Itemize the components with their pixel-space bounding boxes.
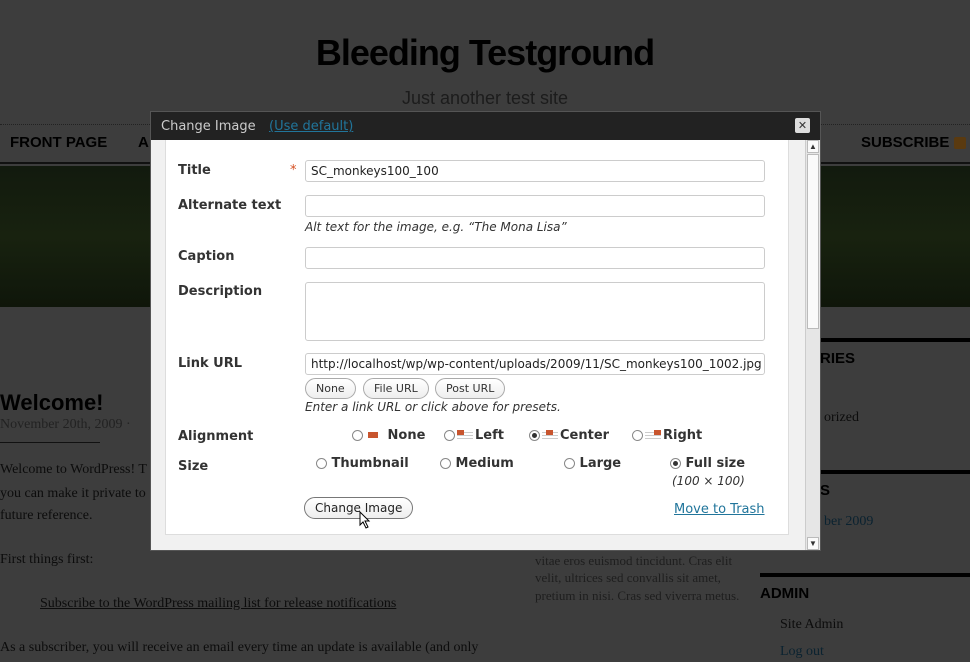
mouse-cursor-icon — [359, 511, 371, 529]
site-tagline: Just another test site — [401, 88, 569, 108]
align-none-icon — [365, 430, 381, 441]
title-input[interactable]: SC_monkeys100_100 — [305, 160, 765, 182]
option-label: Large — [579, 456, 622, 471]
align-left-option[interactable]: Left — [444, 428, 504, 443]
radio-button-selected[interactable] — [670, 458, 681, 469]
middle-text: vitae eros euismod tincidunt. Cras elit — [535, 553, 733, 568]
radio-button[interactable] — [564, 458, 575, 469]
scroll-up-icon[interactable]: ▲ — [807, 140, 819, 153]
link-url-label: Link URL — [178, 356, 243, 371]
radio-button[interactable] — [352, 430, 363, 441]
post-meta: November 20th, 2009 · — [0, 417, 131, 432]
site-admin-link[interactable]: Site Admin — [780, 617, 843, 633]
description-label: Description — [178, 284, 263, 299]
change-image-dialog: Change Image (Use default) ✕ Title * SC_… — [150, 111, 821, 551]
admin-heading: ADMIN — [760, 573, 970, 602]
alt-text-input[interactable] — [305, 195, 765, 217]
scroll-down-icon[interactable]: ▼ — [807, 537, 819, 550]
post-text: As a subscriber, you will receive an ema… — [0, 640, 479, 655]
file-url-button[interactable]: File URL — [363, 378, 429, 399]
size-medium-option[interactable]: Medium — [440, 456, 514, 471]
full-size-dimensions: (100 × 100) — [672, 474, 745, 488]
use-default-link[interactable]: (Use default) — [269, 119, 353, 134]
archive-item[interactable]: ber 2009 — [824, 514, 873, 530]
link-none-button[interactable]: None — [305, 378, 356, 399]
radio-button[interactable] — [444, 430, 455, 441]
move-to-trash-link[interactable]: Move to Trash — [674, 502, 765, 517]
option-label: Full size — [685, 456, 746, 471]
close-icon[interactable]: ✕ — [795, 118, 810, 133]
align-right-icon — [645, 430, 661, 441]
dialog-scrollbar[interactable]: ▲ ▼ — [805, 140, 820, 550]
size-thumbnail-option[interactable]: Thumbnail — [316, 456, 409, 471]
post-text: Welcome to WordPress! T — [0, 462, 147, 477]
size-label: Size — [178, 459, 209, 474]
link-url-hint: Enter a link URL or click above for pres… — [305, 400, 561, 414]
rss-icon — [953, 137, 966, 150]
dialog-form: Title * SC_monkeys100_100 Alternate text… — [165, 140, 789, 535]
option-label: Thumbnail — [331, 456, 409, 471]
radio-button[interactable] — [440, 458, 451, 469]
post-text: First things first: — [0, 552, 94, 567]
log-out-link[interactable]: Log out — [780, 644, 824, 660]
align-right-option[interactable]: Right — [632, 428, 702, 443]
divider — [0, 442, 100, 443]
alt-text-hint: Alt text for the image, e.g. “The Mona L… — [305, 220, 567, 234]
nav-item[interactable]: A — [138, 134, 149, 151]
alignment-label: Alignment — [178, 429, 254, 444]
option-label: None — [387, 428, 426, 443]
middle-text: velit, ultrices sed convallis sit amet, — [535, 570, 721, 585]
align-center-icon — [542, 430, 558, 441]
subscribe-label: SUBSCRIBE — [861, 134, 950, 151]
description-textarea[interactable] — [305, 282, 765, 341]
radio-button[interactable] — [316, 458, 327, 469]
dialog-title: Change Image — [161, 119, 256, 134]
post-text: future reference. — [0, 508, 93, 523]
align-center-option[interactable]: Center — [529, 428, 609, 443]
size-full-option[interactable]: Full size — [670, 456, 745, 471]
option-label: Medium — [455, 456, 514, 471]
mailing-list-link[interactable]: Subscribe to the WordPress mailing list … — [40, 596, 396, 612]
alt-text-label: Alternate text — [178, 198, 282, 213]
site-title[interactable]: Bleeding Testground — [0, 32, 970, 74]
option-label: Center — [560, 428, 610, 443]
scrollbar-thumb[interactable] — [807, 154, 819, 329]
post-text: you can make it private to — [0, 486, 146, 501]
post-title[interactable]: Welcome! — [0, 390, 104, 416]
size-large-option[interactable]: Large — [564, 456, 621, 471]
align-none-option[interactable]: None — [352, 428, 425, 443]
option-label: Right — [663, 428, 703, 443]
align-left-icon — [457, 430, 473, 441]
middle-text: pretium in nisi. Cras sed viverra metus. — [535, 588, 740, 603]
radio-button-selected[interactable] — [529, 430, 540, 441]
dialog-header: Change Image (Use default) ✕ — [151, 112, 820, 140]
radio-button[interactable] — [632, 430, 643, 441]
caption-label: Caption — [178, 249, 235, 264]
required-marker: * — [290, 163, 297, 178]
nav-subscribe[interactable]: SUBSCRIBE — [861, 134, 966, 151]
title-label: Title — [178, 163, 211, 178]
post-url-button[interactable]: Post URL — [435, 378, 506, 399]
category-item[interactable]: orized — [824, 410, 859, 426]
link-url-input[interactable]: http://localhost/wp/wp-content/uploads/2… — [305, 353, 765, 375]
caption-input[interactable] — [305, 247, 765, 269]
option-label: Left — [475, 428, 504, 443]
nav-front-page[interactable]: FRONT PAGE — [10, 134, 107, 151]
